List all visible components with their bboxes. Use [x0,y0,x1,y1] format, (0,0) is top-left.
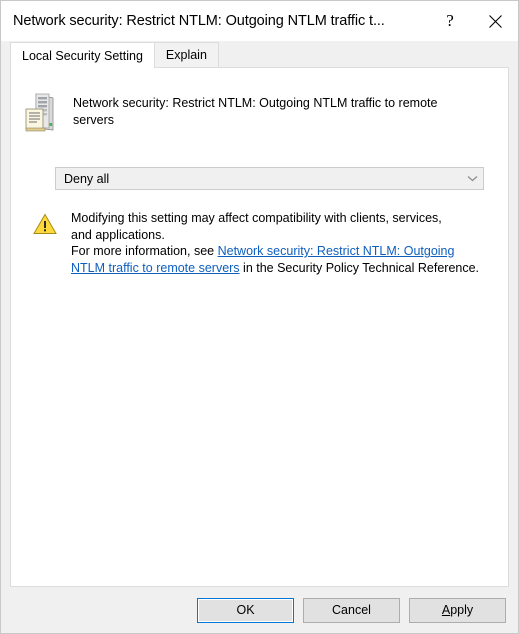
apply-button[interactable]: Apply [409,597,506,623]
warning-line-2: and applications. [71,227,165,242]
chevron-down-icon [461,175,483,182]
apply-accelerator: A [441,603,451,617]
outgoing-ntlm-traffic-select[interactable]: Deny all [55,167,484,190]
warning-triangle-icon [33,213,57,235]
dropdown-row: Deny all [11,134,508,190]
dropdown-selected-value: Deny all [64,171,110,186]
apply-label-rest: pply [450,603,474,617]
title-bar-buttons: ? [428,1,518,41]
tab-explain[interactable]: Explain [153,42,219,67]
warning-text: Modifying this setting may affect compat… [71,210,491,276]
policy-setting-dialog: Network security: Restrict NTLM: Outgoin… [0,0,519,634]
help-button[interactable]: ? [428,1,472,41]
setting-title: Network security: Restrict NTLM: Outgoin… [73,96,438,127]
ok-button[interactable]: OK [197,597,294,623]
tab-strip: Local Security Setting Explain [1,41,518,68]
close-icon [488,14,502,28]
warning-outro: in the Security Policy Technical Referen… [239,260,480,275]
cancel-button[interactable]: Cancel [303,597,400,623]
server-policy-icon [23,92,61,134]
warning-line-1: Modifying this setting may affect compat… [71,211,442,225]
dialog-footer: OK Cancel Apply [1,587,518,633]
tab-label: Explain [165,48,207,62]
warning-row: Modifying this setting may affect compat… [11,190,508,276]
warning-intro: For more information, see [71,244,218,259]
tab-content-panel: Network security: Restrict NTLM: Outgoin… [10,67,509,587]
tab-label: Local Security Setting [22,48,143,63]
close-button[interactable] [472,1,518,41]
setting-header: Network security: Restrict NTLM: Outgoin… [11,68,508,134]
window-title: Network security: Restrict NTLM: Outgoin… [13,13,385,29]
title-bar: Network security: Restrict NTLM: Outgoin… [1,1,518,41]
tab-local-security-setting[interactable]: Local Security Setting [10,42,155,68]
